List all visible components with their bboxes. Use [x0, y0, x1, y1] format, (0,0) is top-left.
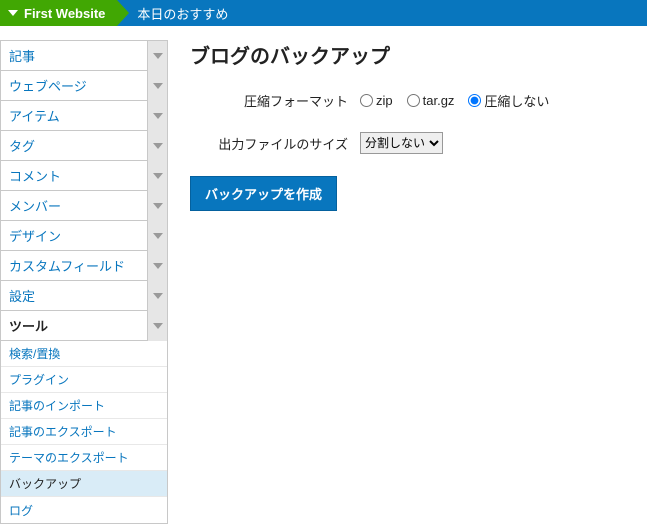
breadcrumb-page[interactable]: 本日のおすすめ [129, 0, 228, 26]
subitem-export-theme[interactable]: テーマのエクスポート [1, 445, 167, 471]
label-compression-format: 圧縮フォーマット [190, 91, 360, 110]
page-title: ブログのバックアップ [190, 40, 647, 69]
breadcrumb-page-label: 本日のおすすめ [137, 4, 228, 23]
chevron-down-icon[interactable] [147, 41, 167, 71]
create-backup-button[interactable]: バックアップを作成 [190, 176, 337, 211]
sidebar-item-design[interactable]: デザイン [1, 221, 167, 251]
main-content: ブログのバックアップ 圧縮フォーマット zip tar.gz 圧縮しない 出力フ… [168, 40, 647, 524]
chevron-down-icon[interactable] [147, 71, 167, 101]
sidebar-item-tools[interactable]: ツール [1, 311, 167, 341]
radio-none[interactable] [468, 94, 481, 107]
sidebar-item-members[interactable]: メンバー [1, 191, 167, 221]
label-output-size: 出力ファイルのサイズ [190, 134, 360, 153]
sidebar: 記事 ウェブページ アイテム タグ コメント メンバー デザイン カスタムフィー… [0, 40, 168, 524]
sidebar-item-items[interactable]: アイテム [1, 101, 167, 131]
radio-targz[interactable] [407, 94, 420, 107]
chevron-down-icon[interactable] [147, 251, 167, 281]
subitem-log[interactable]: ログ [1, 497, 167, 523]
chevron-down-icon[interactable] [147, 191, 167, 221]
breadcrumb-site[interactable]: First Website [0, 0, 117, 26]
breadcrumb-site-label: First Website [24, 6, 105, 21]
select-output-size[interactable]: 分割しない [360, 132, 443, 154]
sidebar-item-tags[interactable]: タグ [1, 131, 167, 161]
sidebar-item-articles[interactable]: 記事 [1, 41, 167, 71]
row-output-size: 出力ファイルのサイズ 分割しない [190, 132, 647, 154]
subitem-export-entries[interactable]: 記事のエクスポート [1, 419, 167, 445]
breadcrumb-arrow-icon [117, 0, 129, 26]
chevron-down-icon [8, 10, 18, 16]
sidebar-submenu-tools: 検索/置換 プラグイン 記事のインポート 記事のエクスポート テーマのエクスポー… [1, 341, 167, 523]
radio-option-targz[interactable]: tar.gz [407, 93, 455, 108]
subitem-backup[interactable]: バックアップ [1, 471, 167, 497]
sidebar-item-comments[interactable]: コメント [1, 161, 167, 191]
chevron-down-icon[interactable] [147, 311, 167, 341]
sidebar-item-pages[interactable]: ウェブページ [1, 71, 167, 101]
sidebar-item-settings[interactable]: 設定 [1, 281, 167, 311]
chevron-down-icon[interactable] [147, 161, 167, 191]
chevron-down-icon[interactable] [147, 221, 167, 251]
subitem-search-replace[interactable]: 検索/置換 [1, 341, 167, 367]
radio-group-format: zip tar.gz 圧縮しない [360, 91, 549, 110]
subitem-plugins[interactable]: プラグイン [1, 367, 167, 393]
radio-option-none[interactable]: 圧縮しない [468, 91, 549, 110]
row-compression-format: 圧縮フォーマット zip tar.gz 圧縮しない [190, 91, 647, 110]
radio-option-zip[interactable]: zip [360, 93, 393, 108]
sidebar-item-custom-fields[interactable]: カスタムフィールド [1, 251, 167, 281]
chevron-down-icon[interactable] [147, 101, 167, 131]
subitem-import-entries[interactable]: 記事のインポート [1, 393, 167, 419]
chevron-down-icon[interactable] [147, 281, 167, 311]
chevron-down-icon[interactable] [147, 131, 167, 161]
radio-zip[interactable] [360, 94, 373, 107]
breadcrumb: First Website 本日のおすすめ [0, 0, 647, 26]
